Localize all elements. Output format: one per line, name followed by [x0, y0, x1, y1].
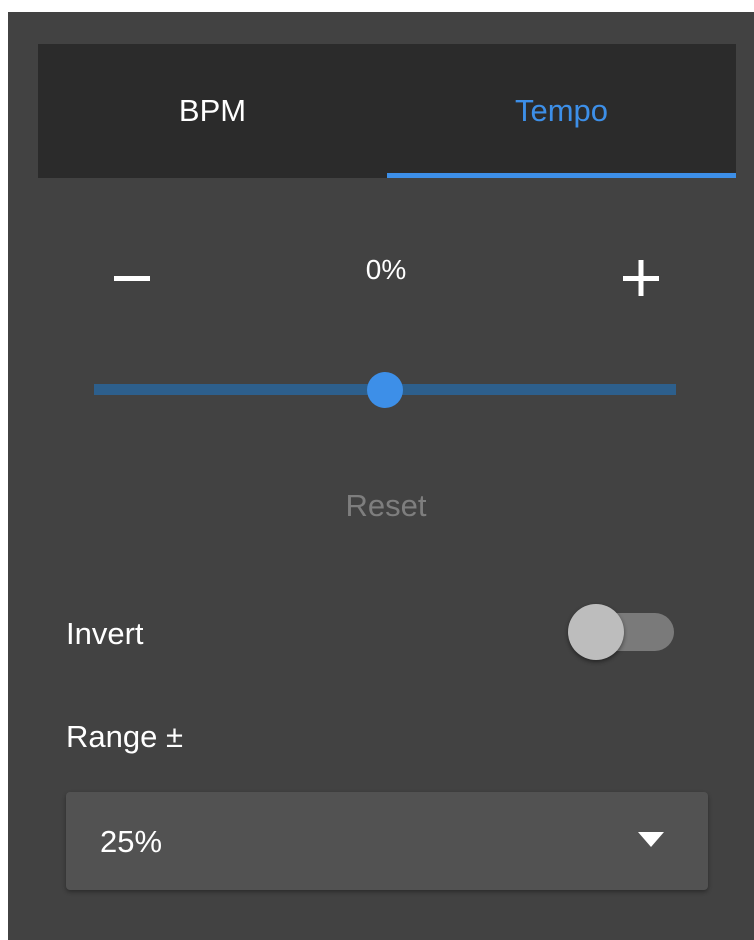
toggle-knob	[568, 604, 624, 660]
decrease-tempo-button[interactable]	[102, 248, 162, 308]
invert-label: Invert	[66, 616, 144, 651]
range-dropdown[interactable]: 25%	[66, 792, 708, 890]
invert-toggle[interactable]	[568, 604, 678, 660]
tab-tempo-label: Tempo	[514, 93, 609, 128]
tab-bpm[interactable]: BPM	[38, 44, 387, 178]
caret-down-icon	[638, 832, 664, 848]
tab-bpm-label: BPM	[178, 93, 247, 128]
tempo-slider[interactable]	[94, 370, 676, 410]
tab-bar: BPM Tempo	[38, 44, 736, 178]
minus-icon	[114, 276, 150, 281]
tab-tempo[interactable]: Tempo	[387, 44, 736, 178]
reset-button[interactable]: Reset	[286, 488, 486, 524]
range-label: Range ±	[66, 719, 183, 754]
tempo-panel: BPM Tempo 0% Reset Invert Range ± 25%	[8, 12, 754, 940]
tempo-value: 0%	[365, 254, 407, 285]
range-selected-value: 25%	[100, 824, 163, 859]
plus-icon	[623, 260, 659, 296]
slider-thumb[interactable]	[367, 372, 403, 408]
increase-tempo-button[interactable]	[611, 248, 671, 308]
